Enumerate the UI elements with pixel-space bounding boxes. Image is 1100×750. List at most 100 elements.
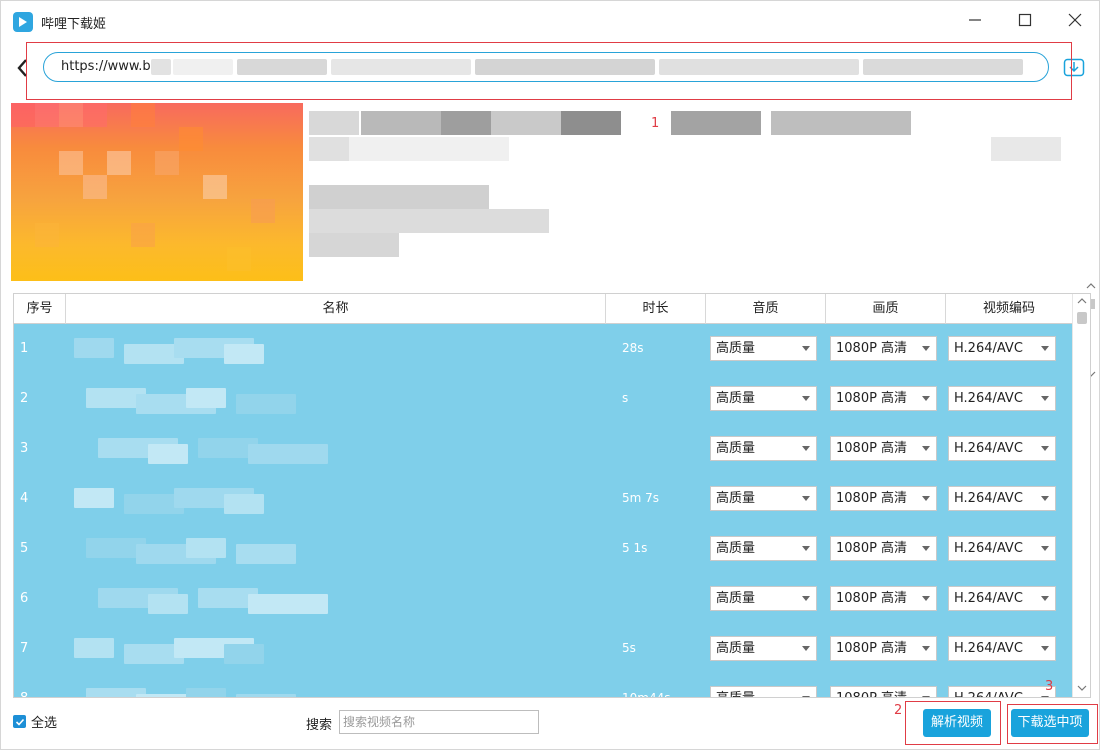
select-all-checkbox[interactable]: 全选 (13, 712, 57, 731)
name-redaction (148, 594, 188, 614)
codec-select[interactable]: H.264/AVC (948, 386, 1056, 411)
chevron-down-icon (802, 546, 810, 551)
audio-select-value: 高质量 (716, 691, 755, 697)
codec-select[interactable]: H.264/AVC (948, 686, 1056, 697)
codec-select[interactable]: H.264/AVC (948, 636, 1056, 661)
codec-select[interactable]: H.264/AVC (948, 436, 1056, 461)
audio-select[interactable]: 高质量 (710, 486, 817, 511)
annotation-label-2: 2 (894, 703, 903, 718)
quality-select[interactable]: 1080P 高清 (830, 386, 937, 411)
row-duration: 5m 7s (622, 491, 660, 505)
column-quality: 画质 (826, 294, 946, 324)
audio-select-value: 高质量 (716, 341, 756, 356)
close-button[interactable] (1061, 9, 1089, 35)
chevron-down-icon (1041, 596, 1049, 601)
table-scrollbar[interactable] (1072, 294, 1090, 697)
title-bar: 哔哩下载姬 (1, 1, 1100, 43)
table-row[interactable]: 7 5s 高质量 1080P 高清 H.264/AVC (14, 624, 1072, 674)
chevron-down-icon (1041, 646, 1049, 651)
download-selected-button[interactable]: 下载选中项 (1011, 709, 1089, 737)
chevron-down-icon (1041, 546, 1049, 551)
row-index: 4 (20, 491, 29, 506)
column-codec: 视频编码 (982, 301, 1035, 316)
chevron-down-icon (922, 546, 930, 551)
column-duration: 时长 (606, 294, 706, 324)
url-redaction (173, 59, 233, 75)
table-row[interactable]: 4 5m 7s 高质量 1080P 高清 H.264/AVC (14, 474, 1072, 524)
name-redaction (74, 638, 114, 658)
chevron-down-icon (922, 346, 930, 351)
name-redaction (74, 338, 114, 358)
codec-select-value: H.264/AVC (954, 441, 1023, 456)
chevron-down-icon (922, 646, 930, 651)
row-duration: 5s (622, 641, 636, 655)
quality-select-value: 1080P 高清 (836, 391, 908, 406)
quality-select[interactable]: 1080P 高清 (830, 436, 937, 461)
chevron-down-icon (1041, 496, 1049, 501)
scrollbar-thumb[interactable] (1077, 312, 1087, 324)
search-input[interactable] (339, 710, 539, 734)
chevron-down-icon (1041, 446, 1049, 451)
chevron-down-icon (802, 496, 810, 501)
url-redaction (863, 59, 1023, 75)
table-row[interactable]: 6 高质量 1080P 高清 H.264/AVC (14, 574, 1072, 624)
table-row[interactable]: 3 高质量 1080P 高清 H.264/AVC (14, 424, 1072, 474)
audio-select[interactable]: 高质量 (710, 586, 817, 611)
minimize-button[interactable] (961, 9, 989, 35)
back-button[interactable] (15, 57, 31, 79)
codec-select[interactable]: H.264/AVC (948, 536, 1056, 561)
maximize-button[interactable] (1011, 9, 1039, 35)
codec-select-value: H.264/AVC (954, 591, 1023, 606)
quality-select[interactable]: 1080P 高清 (830, 586, 937, 611)
name-redaction (224, 494, 264, 514)
row-index: 8 (20, 691, 28, 697)
bilibili-play-icon (13, 12, 33, 32)
table-row[interactable]: 5 5 1s 高质量 1080P 高清 H.264/AVC (14, 524, 1072, 574)
checkmark-icon (13, 715, 26, 728)
quality-select[interactable]: 1080P 高清 (830, 336, 937, 361)
quality-select[interactable]: 1080P 高清 (830, 486, 937, 511)
row-duration: s (622, 391, 629, 405)
quality-select-value: 1080P 高清 (836, 441, 908, 456)
url-redaction (659, 59, 859, 75)
table-row[interactable]: 2 s 高质量 1080P 高清 H.264/AVC (14, 374, 1072, 424)
quality-select-value: 1080P 高清 (836, 541, 908, 556)
table-row[interactable]: 8 10m44s 高质量 1080P 高清 H.264/AVC (14, 674, 1072, 698)
annotation-label-3: 3 (1045, 679, 1054, 694)
audio-select[interactable]: 高质量 (710, 636, 817, 661)
url-redaction (237, 59, 327, 75)
codec-select[interactable]: H.264/AVC (948, 586, 1056, 611)
audio-select-value: 高质量 (716, 391, 756, 406)
download-button[interactable] (1063, 56, 1085, 78)
codec-select[interactable]: H.264/AVC (948, 336, 1056, 361)
audio-select[interactable]: 高质量 (710, 536, 817, 561)
chevron-down-icon (802, 596, 810, 601)
quality-select[interactable]: 1080P 高清 (830, 686, 937, 697)
row-index: 1 (20, 341, 29, 356)
row-duration: 28s (622, 341, 644, 355)
name-redaction (148, 444, 188, 464)
app-window: 哔哩下载姬 https://www.bi 1 序号 名称 时长 音质 画质 视频… (0, 0, 1100, 750)
codec-select[interactable]: H.264/AVC (948, 486, 1056, 511)
audio-select[interactable]: 高质量 (710, 436, 817, 461)
audio-select-value: 高质量 (716, 491, 756, 506)
name-redaction (236, 694, 296, 697)
minimize-icon (968, 13, 982, 31)
chevron-down-icon (802, 696, 810, 697)
row-duration: 10m44s (622, 691, 671, 698)
quality-select-value: 1080P 高清 (836, 341, 908, 356)
chevron-down-icon (1041, 696, 1049, 697)
quality-select[interactable]: 1080P 高清 (830, 636, 937, 661)
close-icon (1068, 13, 1082, 31)
name-redaction (236, 544, 296, 564)
table-row[interactable]: 1 28s 高质量 1080P 高清 H.264/AVC (14, 324, 1072, 374)
quality-select[interactable]: 1080P 高清 (830, 536, 937, 561)
audio-select[interactable]: 高质量 (710, 386, 817, 411)
audio-select[interactable]: 高质量 (710, 336, 817, 361)
quality-select-value: 1080P 高清 (836, 491, 908, 506)
quality-select-value: 1080P 高清 (836, 591, 908, 606)
chevron-down-icon (1041, 396, 1049, 401)
row-index: 6 (20, 591, 29, 606)
parse-video-button[interactable]: 解析视频 (923, 709, 991, 737)
audio-select[interactable]: 高质量 (710, 686, 817, 697)
